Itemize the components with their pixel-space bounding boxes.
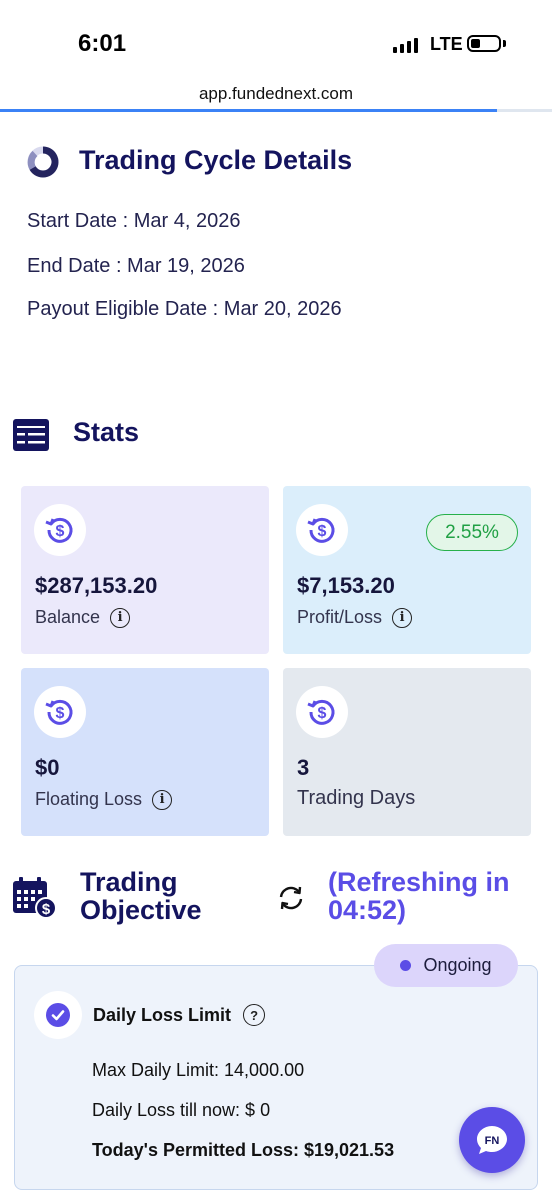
svg-text:$: $ [318,705,327,722]
status-time: 6:01 [78,30,127,57]
info-icon[interactable]: i [152,789,173,810]
battery-tip [503,40,506,47]
status-badge-label: Ongoing [423,955,492,975]
info-icon[interactable]: i [392,607,413,628]
balance-label: Balance i [35,607,131,628]
profit-loss-label: Profit/Loss i [297,607,413,628]
status-badge: Ongoing [374,944,518,987]
info-icon[interactable]: i [110,607,131,628]
trading-days-label: Trading Days [297,787,416,809]
svg-text:FN: FN [485,1135,500,1147]
refresh-icon[interactable] [277,884,305,912]
max-daily-limit: Max Daily Limit: 14,000.00 [92,1060,305,1080]
end-date: End Date : Mar 19, 2026 [27,255,245,277]
todays-permitted-loss: Today's Permitted Loss: $19,021.53 [92,1140,395,1160]
svg-text:$: $ [42,901,51,918]
refresh-countdown-line1: (Refreshing in [328,867,510,897]
help-icon[interactable]: ? [243,1004,266,1026]
trading-objective-title: Trading Objective [80,868,202,924]
status-dot [400,960,412,971]
address-bar[interactable]: app.fundednext.com [0,84,552,104]
floating-loss-label: Floating Loss i [35,789,173,810]
trading-days-value: 3 [297,755,310,780]
daily-loss-limit-title: Daily Loss Limit [93,1004,232,1025]
network-type: LTE [430,34,463,54]
page-load-progress [0,109,552,112]
profit-loss-card: $ 2.55% $7,153.20 Profit/Loss i [283,486,531,654]
dollar-refresh-icon: $ [296,504,348,556]
refresh-countdown: (Refreshing in 04:52) [328,868,510,924]
refresh-countdown-line2: 04:52) [328,895,407,925]
floating-loss-value: $0 [35,755,60,780]
trading-objective-title-line2: Objective [80,895,202,925]
profit-percent-badge: 2.55% [426,514,518,551]
svg-text:$: $ [318,523,327,540]
chat-logo-icon: FN [477,1126,507,1154]
chat-button[interactable]: FN [459,1107,525,1173]
svg-text:$: $ [56,523,65,540]
stats-title: Stats [73,417,140,447]
daily-loss-limit-heading: Daily Loss Limit ? [93,1004,266,1026]
balance-card: $ $287,153.20 Balance i [21,486,269,654]
dashboard-card-icon [13,419,49,451]
balance-value: $287,153.20 [35,573,158,598]
daily-loss-now: Daily Loss till now: $ 0 [92,1100,271,1120]
calendar-money-icon: $ [13,877,57,919]
trading-objective-title-line1: Trading [80,867,178,897]
trading-days-card: $ 3 Trading Days [283,668,531,836]
dollar-refresh-icon: $ [34,686,86,738]
profit-loss-value: $7,153.20 [297,573,395,598]
dollar-refresh-icon: $ [296,686,348,738]
ring-chart-icon [27,146,59,178]
start-date: Start Date : Mar 4, 2026 [27,210,241,232]
svg-text:$: $ [56,705,65,722]
dollar-refresh-icon: $ [34,504,86,556]
balance-label-text: Balance [35,607,101,627]
battery-icon [467,35,501,52]
signal-strength-icon [393,38,418,53]
check-circle-icon [34,991,82,1039]
trading-cycle-title: Trading Cycle Details [79,145,353,175]
floating-loss-card: $ $0 Floating Loss i [21,668,269,836]
profit-loss-label-text: Profit/Loss [297,607,383,627]
floating-loss-label-text: Floating Loss [35,789,143,809]
payout-eligible-date: Payout Eligible Date : Mar 20, 2026 [27,298,342,320]
